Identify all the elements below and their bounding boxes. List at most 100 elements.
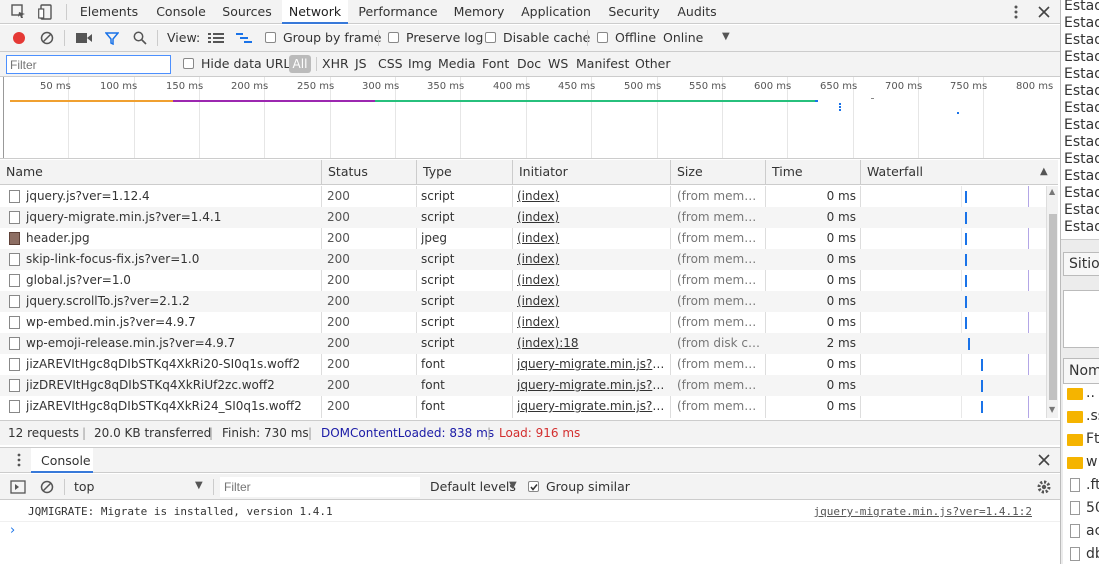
clear-icon[interactable] xyxy=(37,28,57,48)
table-row[interactable]: wp-emoji-release.min.js?ver=4.9.7 200 scri… xyxy=(0,333,1046,354)
throttling-select[interactable]: Online xyxy=(663,31,703,45)
more-options-icon[interactable] xyxy=(1006,2,1026,22)
file-item[interactable]: w xyxy=(1086,454,1097,470)
request-initiator[interactable]: (index) xyxy=(517,291,667,312)
table-row[interactable]: global.js?ver=1.0 200 script (index) (from m… xyxy=(0,270,1046,291)
file-list-name-column[interactable]: Nom xyxy=(1069,363,1099,379)
request-initiator[interactable]: jquery-migrate.min.js?ve… xyxy=(517,354,667,375)
close-drawer-icon[interactable] xyxy=(1034,450,1054,470)
search-icon[interactable] xyxy=(130,28,150,48)
device-toggle-icon[interactable] xyxy=(36,2,56,22)
request-initiator[interactable]: (index) xyxy=(517,228,667,249)
request-initiator[interactable]: (index) xyxy=(517,312,667,333)
column-header-name[interactable]: Name xyxy=(0,160,322,185)
table-row[interactable]: jizAREVItHgc8qDIbSTKq4XkRi20-SI0q1s.woff… xyxy=(0,354,1046,375)
sort-ascending-icon[interactable]: ▲ xyxy=(1040,166,1048,177)
request-initiator[interactable]: jquery-migrate.min.js?ve… xyxy=(517,396,667,417)
scroll-down-icon[interactable]: ▼ xyxy=(1049,405,1055,414)
request-initiator[interactable]: (index) xyxy=(517,270,667,291)
table-row[interactable]: jquery.js?ver=1.12.4 200 script (index) (fro… xyxy=(0,186,1046,207)
type-filter-media[interactable]: Media xyxy=(438,57,476,71)
context-selector[interactable]: top xyxy=(74,480,94,494)
type-filter-manifest[interactable]: Manifest xyxy=(576,57,629,71)
group-similar-checkbox[interactable] xyxy=(528,481,539,492)
inspect-element-icon[interactable] xyxy=(9,2,29,22)
console-prompt-chevron-icon[interactable]: › xyxy=(10,523,15,538)
file-item[interactable]: .ss xyxy=(1086,408,1099,424)
file-item[interactable]: .. xyxy=(1086,385,1095,401)
type-filter-other[interactable]: Other xyxy=(635,57,671,71)
table-row[interactable]: header.jpg 200 jpeg (index) (from memor… 0 ms xyxy=(0,228,1046,249)
offline-checkbox[interactable] xyxy=(597,32,608,43)
large-rows-icon[interactable] xyxy=(206,28,226,48)
hide-data-urls-checkbox[interactable] xyxy=(183,58,194,69)
filter-input[interactable] xyxy=(6,55,171,74)
tab-console[interactable]: Console xyxy=(150,0,212,24)
table-row[interactable]: jquery.scrollTo.js?ver=2.1.2 200 script (in… xyxy=(0,291,1046,312)
tab-performance[interactable]: Performance xyxy=(354,0,442,24)
scroll-up-icon[interactable]: ▲ xyxy=(1049,187,1055,196)
type-filter-doc[interactable]: Doc xyxy=(517,57,541,71)
filter-icon[interactable] xyxy=(102,28,122,48)
file-item[interactable]: Ft xyxy=(1086,431,1099,447)
waterfall-view-icon[interactable] xyxy=(234,28,254,48)
tab-audits[interactable]: Audits xyxy=(672,0,722,24)
folder-icon xyxy=(1067,457,1083,469)
request-status: 200 xyxy=(327,378,350,392)
chevron-down-icon[interactable]: ▼ xyxy=(509,480,517,491)
preserve-log-checkbox[interactable] xyxy=(388,32,399,43)
column-header-status[interactable]: Status xyxy=(322,160,417,185)
file-item[interactable]: .ft xyxy=(1086,477,1099,493)
request-initiator[interactable]: (index) xyxy=(517,207,667,228)
tab-security[interactable]: Security xyxy=(603,0,665,24)
column-header-initiator[interactable]: Initiator xyxy=(513,160,671,185)
close-devtools-icon[interactable] xyxy=(1034,2,1054,22)
request-initiator[interactable]: (index):18 xyxy=(517,333,667,354)
clear-console-icon[interactable] xyxy=(37,477,57,497)
file-item[interactable]: 50 xyxy=(1086,500,1099,516)
table-row[interactable]: jquery-migrate.min.js?ver=1.4.1 200 script… xyxy=(0,207,1046,228)
capture-screenshots-icon[interactable] xyxy=(74,28,94,48)
tab-elements[interactable]: Elements xyxy=(75,0,143,24)
tab-network[interactable]: Network xyxy=(282,0,348,24)
console-settings-gear-icon[interactable] xyxy=(1034,477,1054,497)
type-filter-img[interactable]: Img xyxy=(408,57,432,71)
network-overview[interactable]: 50 ms 100 ms 150 ms 200 ms 250 ms 300 ms… xyxy=(0,77,1060,159)
type-filter-js[interactable]: JS xyxy=(355,57,367,71)
console-filter-input[interactable] xyxy=(220,477,420,497)
show-sidebar-icon[interactable] xyxy=(8,477,28,497)
chevron-down-icon[interactable]: ▼ xyxy=(722,31,730,42)
type-filter-xhr[interactable]: XHR xyxy=(322,57,349,71)
group-by-frame-checkbox[interactable] xyxy=(265,32,276,43)
column-header-time[interactable]: Time xyxy=(766,160,861,185)
request-initiator[interactable]: (index) xyxy=(517,249,667,270)
table-row[interactable]: wp-embed.min.js?ver=4.9.7 200 script (index… xyxy=(0,312,1046,333)
tab-application[interactable]: Application xyxy=(517,0,595,24)
tab-memory[interactable]: Memory xyxy=(449,0,509,24)
type-filter-css[interactable]: CSS xyxy=(378,57,403,71)
column-header-size[interactable]: Size xyxy=(671,160,766,185)
file-item[interactable]: ac xyxy=(1086,523,1099,539)
drawer-menu-icon[interactable] xyxy=(9,450,29,470)
request-initiator[interactable]: (index) xyxy=(517,186,667,207)
table-row[interactable]: jizAREVItHgc8qDIbSTKq4XkRi24_SI0q1s.woff… xyxy=(0,396,1046,417)
table-scrollbar[interactable]: ▲ ▼ xyxy=(1046,186,1058,418)
overview-tick: 800 ms xyxy=(1016,81,1054,92)
scrollbar-thumb[interactable] xyxy=(1049,214,1057,400)
table-row[interactable]: jizDREVItHgc8qDIbSTKq4XkRiUf2zc.woff2 200… xyxy=(0,375,1046,396)
drawer-tab-console[interactable]: Console xyxy=(31,448,93,473)
type-filter-all[interactable]: All xyxy=(289,55,311,73)
console-message-source-link[interactable]: jquery-migrate.min.js?ver=1.4.1:2 xyxy=(813,505,1032,518)
log-levels-select[interactable]: Default levels xyxy=(430,480,516,494)
record-icon[interactable] xyxy=(9,28,29,48)
chevron-down-icon[interactable]: ▼ xyxy=(195,480,203,491)
request-initiator[interactable]: jquery-migrate.min.js?ve… xyxy=(517,375,667,396)
tab-sources[interactable]: Sources xyxy=(217,0,277,24)
file-item[interactable]: db xyxy=(1086,546,1099,562)
type-filter-font[interactable]: Font xyxy=(482,57,509,71)
type-filter-ws[interactable]: WS xyxy=(548,57,568,71)
column-header-type[interactable]: Type xyxy=(417,160,513,185)
table-row[interactable]: skip-link-focus-fix.js?ver=1.0 200 script (… xyxy=(0,249,1046,270)
disable-cache-checkbox[interactable] xyxy=(485,32,496,43)
column-header-waterfall[interactable]: Waterfall xyxy=(861,160,1058,185)
